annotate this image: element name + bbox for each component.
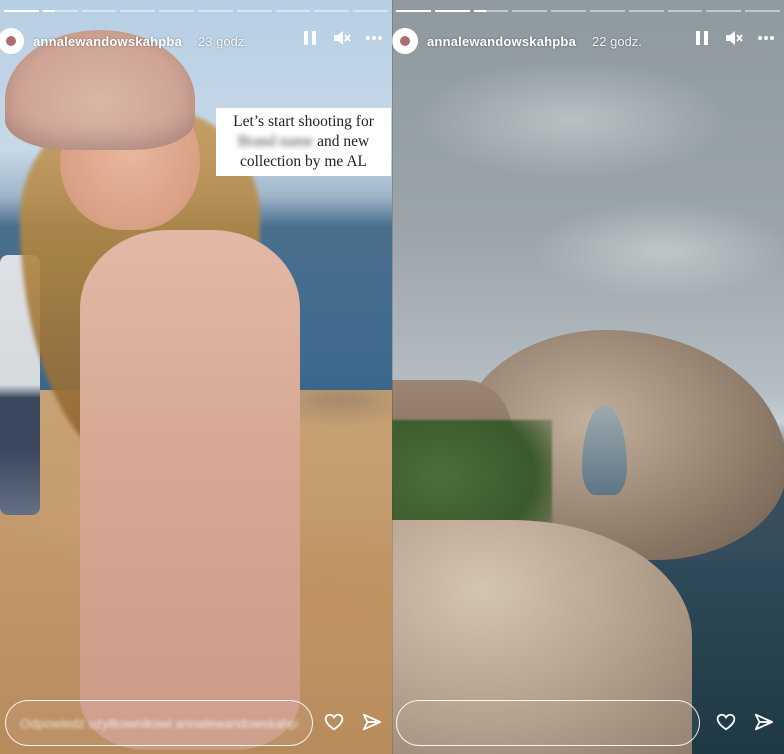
reply-input[interactable]: Odpowiedz użytkownikowi annalewandowskah… (5, 700, 313, 746)
progress-segment (120, 10, 156, 12)
story-header: annalewandowskahpba 22 godz. (392, 24, 784, 58)
pause-icon[interactable] (300, 28, 320, 48)
caption-line-2-text: and new (317, 133, 370, 150)
story-actions (716, 712, 774, 732)
pause-icon[interactable] (692, 28, 712, 48)
progress-segment (314, 10, 350, 12)
story-header: annalewandowskahpba 23 godz. (0, 24, 392, 58)
story-panel-1[interactable]: Let’s start shooting for Brand name and … (0, 0, 392, 754)
story-progress-bars (0, 10, 392, 12)
more-icon[interactable] (364, 28, 384, 48)
mute-icon[interactable] (332, 28, 352, 48)
heart-icon[interactable] (716, 712, 736, 732)
progress-segment (197, 10, 233, 12)
timestamp: 23 godz. (198, 33, 248, 49)
progress-segment (473, 10, 509, 12)
panel-divider (392, 0, 393, 754)
progress-fill (42, 10, 55, 12)
progress-segment (396, 10, 431, 12)
progress-segment (159, 10, 194, 12)
progress-segment (551, 10, 586, 12)
reply-placeholder: Odpowiedz użytkownikowi annalewandowskah… (20, 715, 298, 731)
progress-segment (589, 10, 625, 12)
progress-segment (745, 10, 780, 12)
story-progress-bars (392, 10, 784, 12)
more-icon[interactable] (756, 28, 776, 48)
mute-icon[interactable] (724, 28, 744, 48)
progress-fill (4, 10, 39, 12)
progress-segment (434, 10, 470, 12)
caption-blurred-brand: Brand name (237, 133, 314, 150)
cloud (532, 200, 784, 300)
reply-input[interactable] (396, 700, 700, 746)
story-caption: Let’s start shooting for Brand name and … (216, 108, 391, 176)
progress-fill (396, 10, 431, 12)
progress-segment (706, 10, 742, 12)
progress-segment (512, 10, 548, 12)
send-icon[interactable] (754, 712, 774, 732)
progress-segment (236, 10, 272, 12)
story-panel-2[interactable]: annalewandowskahpba 22 godz. (392, 0, 784, 754)
story-actions (324, 712, 382, 732)
username[interactable]: annalewandowskahpba (33, 34, 182, 49)
progress-segment (628, 10, 664, 12)
progress-segment (42, 10, 78, 12)
send-icon[interactable] (362, 712, 382, 732)
heart-icon[interactable] (324, 712, 344, 732)
header-controls (300, 28, 384, 48)
cloud (412, 60, 732, 180)
model-body (80, 230, 300, 750)
caption-line-1: Let’s start shooting for (233, 113, 374, 130)
header-controls (692, 28, 776, 48)
progress-segment (353, 10, 388, 12)
progress-fill (434, 10, 470, 12)
progress-fill (473, 10, 486, 12)
story-viewer: Let’s start shooting for Brand name and … (0, 0, 784, 754)
progress-segment (81, 10, 117, 12)
caption-line-3: collection by me AL (240, 153, 367, 170)
progress-segment (667, 10, 703, 12)
progress-segment (275, 10, 311, 12)
timestamp: 22 godz. (592, 33, 642, 49)
avatar[interactable] (0, 28, 24, 54)
avatar[interactable] (392, 28, 418, 54)
caption-line-2: Brand name and new (222, 132, 385, 152)
username[interactable]: annalewandowskahpba (427, 34, 576, 49)
progress-segment (4, 10, 39, 12)
